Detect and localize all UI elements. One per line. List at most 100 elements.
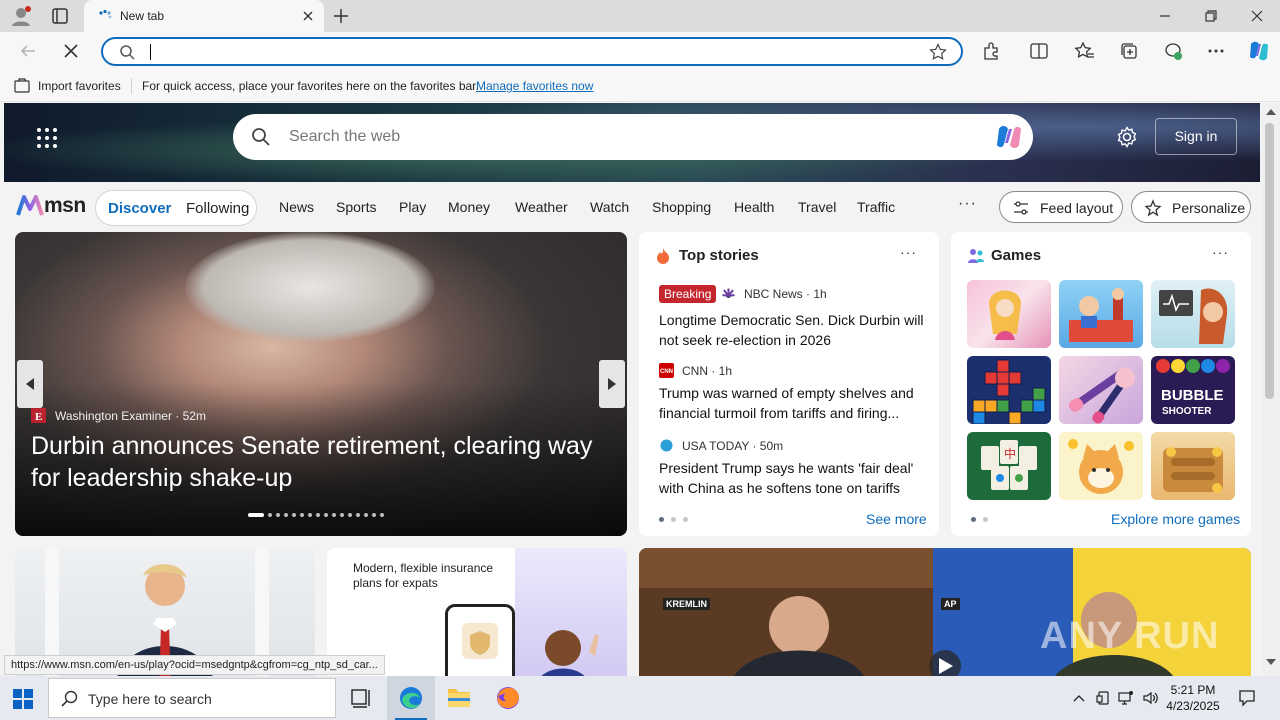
manage-favorites-link[interactable]: Manage favorites now [476,79,593,93]
clock[interactable]: 5:21 PM 4/23/2025 [1165,682,1221,714]
carousel-dot[interactable] [308,513,312,517]
game-tile-blocks[interactable] [967,356,1051,424]
more-options-icon[interactable] [1205,40,1227,62]
nav-travel[interactable]: Travel [798,199,836,215]
web-search-input[interactable] [289,128,969,146]
carousel-dot[interactable] [276,513,280,517]
copilot-icon[interactable] [993,122,1025,152]
restore-icon[interactable] [1201,6,1221,26]
apps-launcher-icon[interactable] [36,127,58,149]
minimize-icon[interactable] [1155,6,1175,26]
carousel-dot[interactable] [284,513,288,517]
story-headline[interactable]: Trump was warned of empty shelves and fi… [659,383,929,423]
task-view-icon[interactable] [337,676,385,720]
favorite-star-icon[interactable] [929,43,947,61]
network-icon[interactable] [1118,690,1134,706]
split-screen-icon[interactable] [1028,40,1050,62]
nav-health[interactable]: Health [734,199,774,215]
settings-gear-icon[interactable] [1115,125,1139,149]
story-headline[interactable]: President Trump says he wants 'fair deal… [659,458,929,498]
hero-headline[interactable]: Durbin announces Senate retirement, clea… [31,430,611,494]
carousel-dot[interactable] [324,513,328,517]
game-tile-mahjong[interactable]: 中 [967,432,1051,500]
game-tile-hotel[interactable] [1059,280,1143,348]
tab-following[interactable]: Following [186,200,249,217]
notification-icon[interactable] [1238,689,1256,707]
top-stories-more-button[interactable]: ··· [900,244,917,260]
copilot-icon[interactable] [1246,38,1272,64]
nav-traffic[interactable]: Traffic [857,199,895,215]
carousel-dot[interactable] [364,513,368,517]
story-headline[interactable]: Longtime Democratic Sen. Dick Durbin wil… [659,310,929,350]
tab-new-tab[interactable]: New tab [84,0,324,32]
carousel-dot[interactable] [372,513,376,517]
browser-essentials-icon[interactable] [1162,40,1184,62]
import-favorites-button[interactable]: Import favorites [38,79,121,93]
carousel-dot[interactable] [340,513,344,517]
carousel-dot[interactable] [332,513,336,517]
game-tile-shiba[interactable] [1059,432,1143,500]
svg-text:CNN: CNN [660,369,673,375]
game-tile-bubble-shooter[interactable]: BUBBLE SHOOTER [1151,356,1235,424]
carousel-dot[interactable] [380,513,384,517]
games-more-button[interactable]: ··· [1212,244,1229,260]
chevron-up-icon[interactable] [1071,690,1087,706]
carousel-dot[interactable] [316,513,320,517]
address-bar[interactable] [101,37,963,66]
carousel-dot[interactable] [356,513,360,517]
page-dot[interactable] [671,517,676,522]
carousel-dot[interactable] [300,513,304,517]
scroll-thumb[interactable] [1265,123,1274,399]
carousel-next-button[interactable] [599,360,625,408]
taskbar-search[interactable]: Type here to search [48,678,336,718]
scroll-down-icon[interactable] [1266,659,1276,665]
page-dot[interactable] [983,517,988,522]
feed-layout-button[interactable]: Feed layout [999,191,1123,223]
carousel-prev-button[interactable] [17,360,43,408]
nav-money[interactable]: Money [448,199,490,215]
collections-icon[interactable] [1118,40,1140,62]
page-dot[interactable] [659,517,664,522]
game-tile-wood-screw[interactable] [1151,432,1235,500]
scroll-up-icon[interactable] [1266,109,1276,115]
explore-more-games-link[interactable]: Explore more games [1111,511,1240,527]
vertical-scrollbar[interactable] [1262,103,1280,676]
nav-news[interactable]: News [279,199,314,215]
nav-sports[interactable]: Sports [336,199,376,215]
game-tile-nurse[interactable] [1151,280,1235,348]
volume-icon[interactable] [1142,690,1158,706]
close-tab-icon[interactable] [300,8,316,24]
edge-taskbar-icon[interactable] [387,676,435,720]
see-more-link[interactable]: See more [866,511,927,527]
stop-loading-icon[interactable] [60,40,82,62]
favorites-icon[interactable] [1073,40,1095,62]
nav-play[interactable]: Play [399,199,426,215]
nav-weather[interactable]: Weather [515,199,568,215]
windows-start-icon[interactable] [13,689,33,709]
new-tab-icon[interactable] [331,6,351,26]
back-icon[interactable] [17,40,39,62]
page-dot[interactable] [971,517,976,522]
carousel-dot[interactable] [248,513,264,517]
sign-in-button[interactable]: Sign in [1155,118,1237,155]
carousel-dot[interactable] [268,513,272,517]
nav-watch[interactable]: Watch [590,199,629,215]
tab-discover[interactable]: Discover [108,200,171,217]
firefox-icon[interactable] [484,676,532,720]
personalize-button[interactable]: Personalize [1131,191,1251,223]
game-tile-dressup[interactable] [967,280,1051,348]
close-window-icon[interactable] [1247,6,1267,26]
file-explorer-icon[interactable] [435,676,483,720]
extensions-icon[interactable] [980,40,1002,62]
profile-icon[interactable] [10,5,32,27]
import-favorites-icon[interactable] [14,78,30,94]
nav-shopping[interactable]: Shopping [652,199,711,215]
page-dot[interactable] [683,517,688,522]
carousel-dot[interactable] [348,513,352,517]
game-tile-makeup[interactable] [1059,356,1143,424]
hero-carousel[interactable]: E Washington Examiner · 52m Durbin annou… [15,232,627,536]
carousel-dot[interactable] [292,513,296,517]
device-icon[interactable] [1095,690,1111,706]
nav-more-button[interactable]: ··· [958,195,977,213]
tab-actions-icon[interactable] [50,6,70,26]
